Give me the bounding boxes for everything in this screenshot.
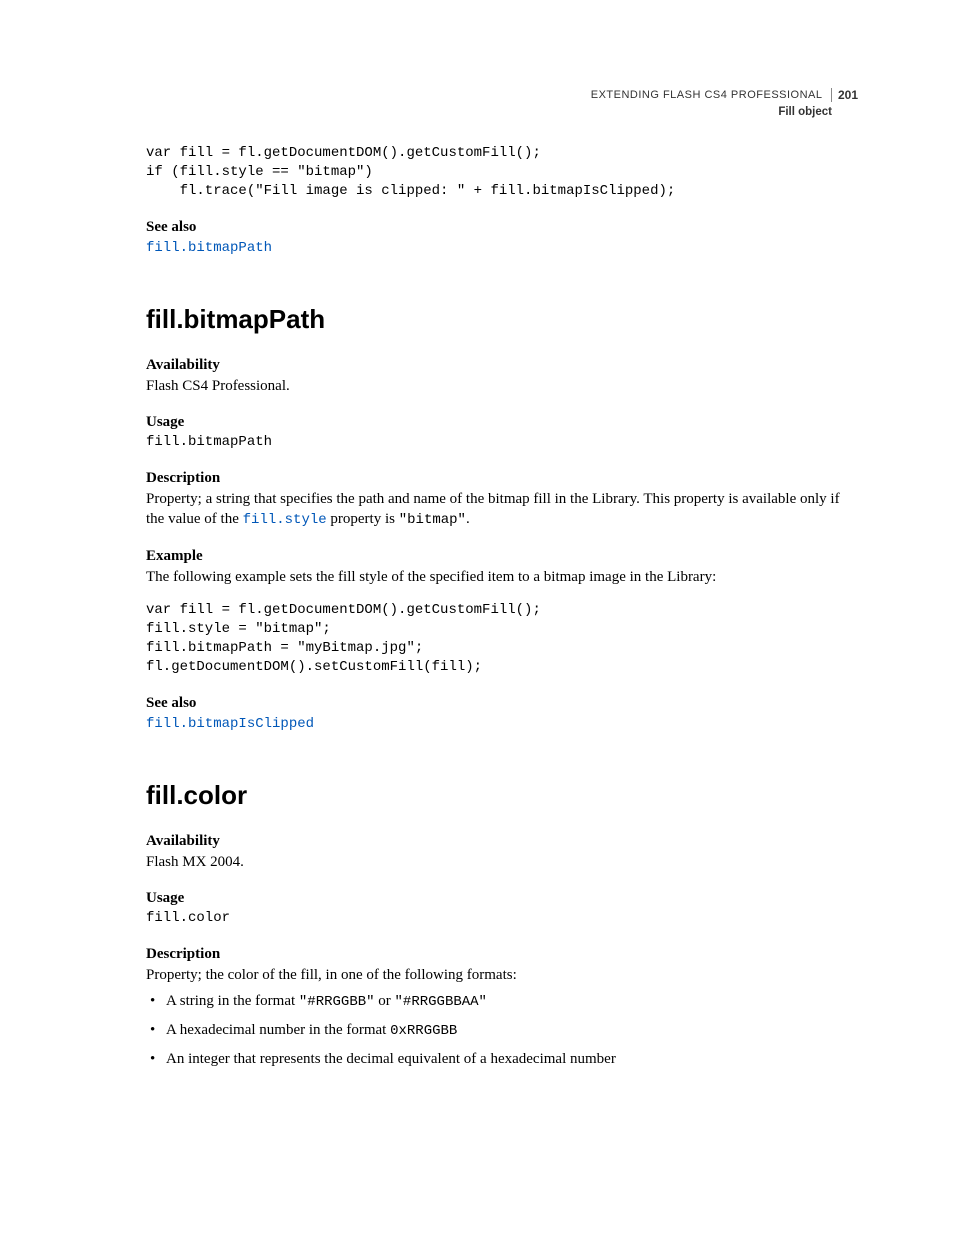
bullet-text: or [375, 993, 395, 1009]
bullet-code: 0xRRGGBB [390, 1023, 457, 1039]
bullet-text: A hexadecimal number in the format [166, 1022, 390, 1038]
description-label-2: Description [146, 946, 846, 963]
availability-label: Availability [146, 357, 846, 374]
bullet-text: An integer that represents the decimal e… [166, 1051, 616, 1067]
desc-mid: property is [327, 511, 399, 527]
example-label: Example [146, 548, 846, 565]
availability-text-2: Flash MX 2004. [146, 852, 846, 872]
list-item: A hexadecimal number in the format 0xRRG… [146, 1020, 846, 1041]
usage-code: fill.bitmapPath [146, 433, 846, 452]
content: var fill = fl.getDocumentDOM().getCustom… [146, 144, 846, 1069]
page-header: EXTENDING FLASH CS4 PROFESSIONAL 201 Fil… [591, 86, 858, 118]
link-fill-bitmap-is-clipped[interactable]: fill.bitmapIsClipped [146, 716, 314, 732]
example-code-block: var fill = fl.getDocumentDOM().getCustom… [146, 601, 846, 677]
usage-label: Usage [146, 414, 846, 431]
list-item: A string in the format "#RRGGBB" or "#RR… [146, 991, 846, 1012]
description-text-2: Property; the color of the fill, in one … [146, 965, 846, 985]
desc-post: . [466, 511, 470, 527]
header-top-row: EXTENDING FLASH CS4 PROFESSIONAL 201 [591, 86, 858, 104]
description-text: Property; a string that specifies the pa… [146, 489, 846, 530]
heading-fill-bitmap-path: fill.bitmapPath [146, 304, 846, 335]
link-fill-style[interactable]: fill.style [243, 512, 327, 528]
bullet-code: "#RRGGBBAA" [395, 994, 487, 1010]
example-text: The following example sets the fill styl… [146, 567, 846, 587]
page-number: 201 [831, 88, 858, 102]
description-label: Description [146, 470, 846, 487]
doc-title: EXTENDING FLASH CS4 PROFESSIONAL [591, 89, 823, 101]
see-also-label: See also [146, 219, 846, 236]
availability-text: Flash CS4 Professional. [146, 376, 846, 396]
bullet-text: A string in the format [166, 993, 299, 1009]
intro-code-block: var fill = fl.getDocumentDOM().getCustom… [146, 144, 846, 201]
availability-label-2: Availability [146, 833, 846, 850]
format-list: A string in the format "#RRGGBB" or "#RR… [146, 991, 846, 1069]
desc-code: "bitmap" [399, 512, 466, 528]
link-fill-bitmap-path[interactable]: fill.bitmapPath [146, 240, 272, 256]
list-item: An integer that represents the decimal e… [146, 1049, 846, 1069]
usage-label-2: Usage [146, 890, 846, 907]
see-also-label-2: See also [146, 695, 846, 712]
usage-code-2: fill.color [146, 909, 846, 928]
heading-fill-color: fill.color [146, 780, 846, 811]
doc-subtitle: Fill object [591, 106, 858, 118]
bullet-code: "#RRGGBB" [299, 994, 375, 1010]
page: EXTENDING FLASH CS4 PROFESSIONAL 201 Fil… [0, 0, 954, 1235]
